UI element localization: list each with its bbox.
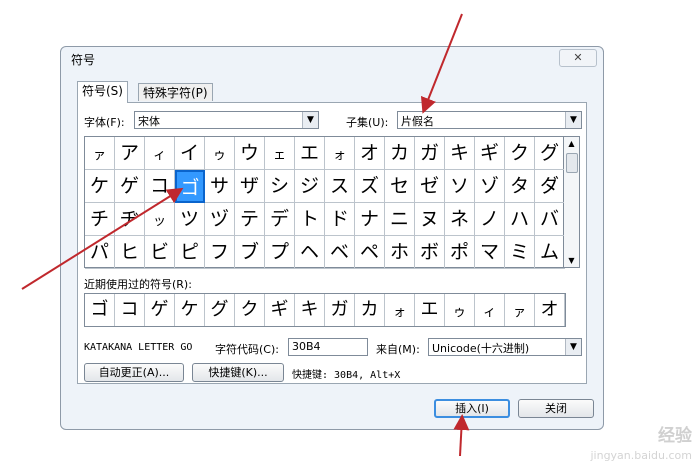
tab-symbols[interactable]: 符号(S) (77, 81, 128, 103)
arrow-to-subset (420, 13, 463, 114)
arrow-to-insert (453, 414, 470, 457)
annotation-arrows (21, 13, 470, 457)
arrow-to-selected-char (21, 187, 184, 290)
